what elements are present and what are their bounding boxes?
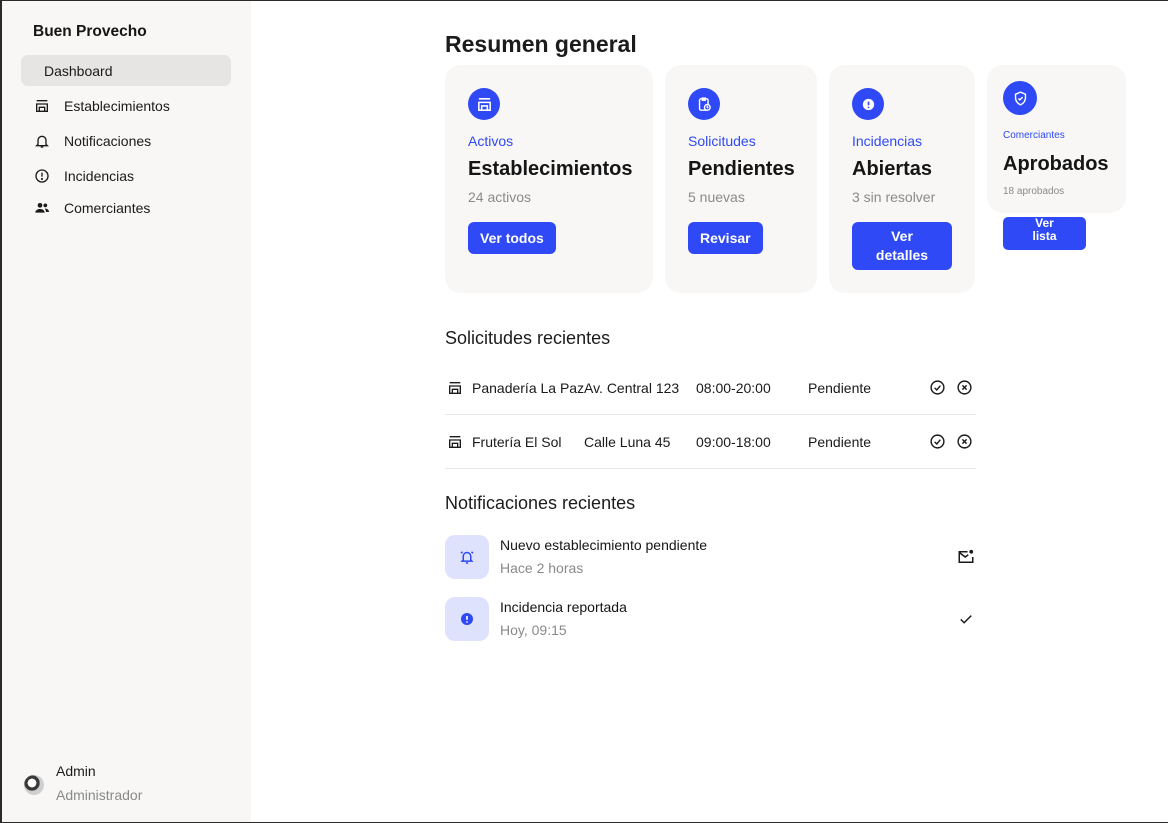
request-status: Pendiente — [808, 433, 872, 450]
card-eyebrow: Comerciantes — [1003, 130, 1065, 141]
button-label-line2: lista — [1032, 229, 1057, 243]
sidebar-item-dashboard[interactable]: Dashboard — [21, 55, 231, 86]
list-item[interactable]: Incidencia reportada Hoy, 09:15 — [445, 597, 976, 641]
approve-check-icon[interactable] — [929, 414, 947, 469]
card-title: Abiertas — [852, 158, 933, 180]
alert-circle-icon — [34, 168, 50, 184]
list-item[interactable]: Nuevo establecimiento pendiente Hace 2 h… — [445, 535, 976, 579]
ver-lista-button[interactable]: Ver lista — [1003, 217, 1086, 250]
sidebar-item-label: Comerciantes — [64, 199, 151, 216]
sidebar-item-label: Establecimientos — [64, 97, 170, 114]
table-row: Frutería El Sol Calle Luna 45 09:00-18:0… — [445, 414, 976, 469]
people-icon — [34, 200, 50, 216]
notification-time: Hace 2 horas — [500, 560, 584, 576]
clipboard-clock-icon — [688, 88, 720, 120]
request-hours: 09:00-18:00 — [696, 433, 771, 450]
bell-icon — [34, 133, 50, 149]
storefront-icon — [34, 98, 50, 114]
card-title: Pendientes — [688, 158, 795, 180]
request-name: Panadería La Paz — [472, 379, 585, 396]
ver-detalles-button[interactable]: Ver detalles — [852, 222, 952, 270]
sidebar-item-incidencias[interactable]: Incidencias — [21, 160, 231, 191]
card-abiertas: Incidencias Abiertas 3 sin resolver Ver … — [829, 65, 975, 293]
notification-title: Nuevo establecimiento pendiente — [500, 537, 708, 553]
reject-x-icon[interactable] — [956, 360, 974, 415]
card-aprobados: Comerciantes Aprobados 18 aprobados — [987, 65, 1126, 213]
card-establecimientos: Activos Establecimientos 24 activos Ver … — [445, 65, 653, 293]
request-address: Calle Luna 45 — [584, 433, 671, 450]
request-status: Pendiente — [808, 379, 872, 396]
card-title: Establecimientos — [468, 158, 633, 180]
sidebar-item-label: Dashboard — [44, 62, 113, 79]
alert-icon — [445, 597, 489, 641]
card-subtitle: 5 nuevas — [688, 189, 745, 205]
notification-time: Hoy, 09:15 — [500, 622, 567, 638]
shield-check-icon — [1003, 81, 1037, 115]
sidebar-item-comerciantes[interactable]: Comerciantes — [21, 192, 231, 223]
request-address: Av. Central 123 — [584, 379, 680, 396]
request-hours: 08:00-20:00 — [696, 379, 771, 396]
mail-unread-icon[interactable] — [956, 547, 976, 567]
revisar-button[interactable]: Revisar — [688, 222, 763, 254]
notifications-section-title: Notificaciones recientes — [445, 493, 636, 513]
sidebar-item-notificaciones[interactable]: Notificaciones — [21, 125, 231, 156]
user-profile[interactable]: Admin Administrador — [24, 763, 142, 803]
alert-icon — [852, 88, 884, 120]
request-name: Frutería El Sol — [472, 433, 562, 450]
approve-check-icon[interactable] — [929, 360, 947, 415]
card-title: Aprobados — [1003, 153, 1109, 175]
storefront-icon — [447, 414, 465, 469]
storefront-icon — [468, 88, 500, 120]
card-pendientes: Solicitudes Pendientes 5 nuevas Revisar — [665, 65, 817, 293]
brand-name: Buen Provecho — [33, 23, 147, 40]
ver-todos-button[interactable]: Ver todos — [468, 222, 556, 254]
card-subtitle: 24 activos — [468, 189, 532, 205]
card-eyebrow: Solicitudes — [688, 133, 756, 149]
sidebar-item-label: Incidencias — [64, 167, 135, 184]
check-icon[interactable] — [956, 609, 976, 629]
bell-ring-icon — [445, 535, 489, 579]
avatar — [24, 775, 44, 795]
sidebar: Buen Provecho Dashboard Establecimientos… — [2, 1, 251, 822]
card-subtitle: 18 aprobados — [1003, 186, 1065, 197]
button-label-line1: Ver — [891, 228, 913, 244]
user-name: Admin — [56, 763, 96, 779]
sidebar-item-label: Notificaciones — [64, 132, 152, 149]
table-row: Panadería La Paz Av. Central 123 08:00-2… — [445, 360, 976, 415]
reject-x-icon[interactable] — [956, 414, 974, 469]
notification-title: Incidencia reportada — [500, 599, 627, 615]
requests-section-title: Solicitudes recientes — [445, 328, 611, 348]
sidebar-item-establecimientos[interactable]: Establecimientos — [21, 90, 231, 121]
page-title: Resumen general — [445, 31, 637, 57]
card-eyebrow: Incidencias — [852, 133, 923, 149]
card-eyebrow: Activos — [468, 133, 514, 149]
storefront-icon — [447, 360, 465, 415]
card-subtitle: 3 sin resolver — [852, 189, 936, 205]
button-label-line2: detalles — [875, 247, 929, 263]
user-role: Administrador — [56, 787, 143, 803]
